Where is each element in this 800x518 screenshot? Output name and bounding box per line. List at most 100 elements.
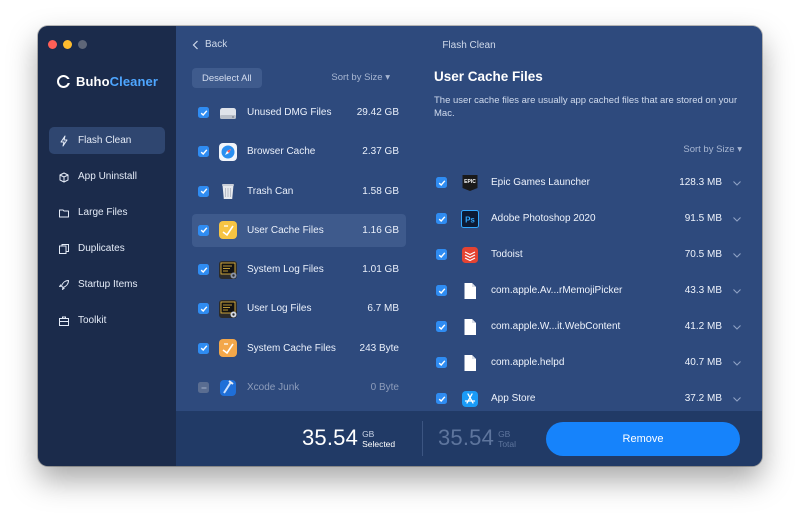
checkbox[interactable] — [198, 264, 209, 276]
sort-by-size-dropdown[interactable]: Sort by Size ▾ — [331, 72, 390, 83]
duplicates-icon — [58, 243, 70, 255]
rocket-icon — [58, 279, 70, 291]
category-row-unused-dmg-files[interactable]: Unused DMG Files 29.42 GB — [192, 96, 406, 129]
checkmark-icon — [200, 149, 207, 155]
checkmark-icon — [438, 359, 445, 366]
chevron-down-icon[interactable] — [732, 394, 742, 404]
checkmark-icon — [200, 227, 207, 234]
category-row-user-log-files[interactable]: User Log Files 6.7 MB — [192, 292, 406, 325]
checkmark-icon — [438, 179, 445, 186]
chevron-down-icon[interactable] — [732, 178, 742, 188]
sidebar-nav: Flash Clean App Uninstall Large Files Du… — [49, 127, 165, 343]
checkbox[interactable] — [436, 321, 447, 332]
safari-icon — [219, 142, 237, 161]
total-unit: GB — [498, 429, 511, 439]
category-label: User Log Files — [247, 303, 312, 315]
app-list: EPIC Epic Games Launcher 128.3 MB Ps Ado… — [434, 170, 748, 422]
document-icon — [461, 354, 479, 372]
app-row-adobe-photoshop-2020[interactable]: Ps Adobe Photoshop 2020 91.5 MB — [434, 206, 748, 231]
selected-label: Selected — [362, 439, 396, 449]
sidebar-item-label: Duplicates — [78, 243, 125, 254]
deselect-all-button[interactable]: Deselect All — [192, 68, 262, 88]
category-size: 1.16 GB — [362, 224, 399, 236]
checkmark-icon — [438, 287, 445, 294]
checkbox[interactable] — [198, 342, 209, 354]
category-row-trash-can[interactable]: Trash Can 1.58 GB — [192, 175, 406, 208]
sort-by-size-dropdown[interactable]: Sort by Size ▾ — [683, 144, 742, 155]
chevron-down-icon[interactable] — [732, 250, 742, 260]
category-row-system-log-files[interactable]: System Log Files 1.01 GB — [192, 253, 406, 286]
sidebar-item-toolkit[interactable]: Toolkit — [49, 307, 165, 334]
sidebar-item-large-files[interactable]: Large Files — [49, 199, 165, 226]
category-size: 1.58 GB — [362, 185, 399, 197]
checkbox[interactable] — [198, 224, 209, 236]
sidebar-item-app-uninstall[interactable]: App Uninstall — [49, 163, 165, 190]
footer-bar: 35.54 GB Selected 35.54 GB Total Remove — [176, 411, 762, 466]
chevron-down-icon[interactable] — [732, 358, 742, 368]
checkbox[interactable] — [436, 249, 447, 260]
app-row-app-store[interactable]: App Store 37.2 MB — [434, 386, 748, 411]
app-row-epic-games-launcher[interactable]: EPIC Epic Games Launcher 128.3 MB — [434, 170, 748, 195]
total-size-value: 35.54 — [438, 425, 495, 450]
chevron-down-icon[interactable] — [732, 322, 742, 332]
category-label: System Cache Files — [247, 342, 336, 354]
category-row-user-cache-files[interactable]: User Cache Files 1.16 GB — [192, 213, 406, 247]
todoist-icon — [461, 246, 479, 264]
category-label: System Log Files — [247, 264, 324, 276]
close-window-button[interactable] — [48, 40, 57, 49]
sidebar-item-label: Startup Items — [78, 279, 138, 290]
checkmark-icon — [438, 323, 445, 330]
checkmark-icon — [200, 188, 207, 195]
category-row-browser-cache[interactable]: Browser Cache 2.37 GB — [192, 135, 406, 168]
sidebar-item-duplicates[interactable]: Duplicates — [49, 235, 165, 262]
selected-size-value: 35.54 — [302, 425, 359, 450]
brand-logo: BuhoCleaner — [57, 74, 158, 89]
sidebar-item-label: Large Files — [78, 207, 128, 218]
chevron-down-icon[interactable] — [732, 214, 742, 224]
app-name: com.apple.Av...rMemojiPicker — [491, 285, 623, 296]
category-label: Xcode Junk — [247, 382, 300, 394]
total-size-unit: GB Total — [498, 429, 516, 449]
selected-size-unit: GB Selected — [362, 429, 395, 449]
sidebar: BuhoCleaner Flash Clean App Uninstall La… — [38, 26, 176, 466]
checkmark-icon — [200, 306, 207, 312]
checkbox[interactable] — [436, 393, 447, 404]
checkbox[interactable] — [436, 285, 447, 296]
app-row-todoist[interactable]: Todoist 70.5 MB — [434, 242, 748, 267]
folder-icon — [58, 207, 70, 219]
checkbox[interactable] — [198, 303, 209, 315]
sidebar-item-label: App Uninstall — [78, 171, 137, 182]
footer-divider — [422, 421, 423, 456]
sidebar-item-startup-items[interactable]: Startup Items — [49, 271, 165, 298]
xcode-icon — [220, 379, 236, 396]
app-store-icon — [461, 390, 479, 408]
box-icon — [58, 171, 70, 183]
checkbox[interactable] — [198, 185, 209, 197]
category-size: 0 Byte — [370, 382, 399, 394]
chevron-down-icon[interactable] — [732, 286, 742, 296]
checkbox[interactable] — [436, 213, 447, 224]
checkbox[interactable] — [198, 382, 209, 394]
category-row-xcode-junk[interactable]: Xcode Junk 0 Byte — [192, 371, 406, 404]
sidebar-item-label: Flash Clean — [78, 135, 132, 146]
checkbox[interactable] — [198, 146, 209, 158]
sort-label: Sort by Size — [331, 72, 383, 83]
detail-title: User Cache Files — [434, 69, 543, 84]
category-size: 1.01 GB — [362, 264, 399, 276]
remove-button[interactable]: Remove — [546, 422, 740, 456]
app-size: 40.7 MB — [684, 357, 722, 368]
sidebar-item-flash-clean[interactable]: Flash Clean — [49, 127, 165, 154]
checkbox[interactable] — [436, 177, 447, 188]
checkmark-icon — [438, 215, 445, 222]
disk-image-icon — [220, 107, 236, 119]
category-row-system-cache-files[interactable]: System Cache Files 243 Byte — [192, 332, 406, 365]
detail-description: The user cache files are usually app cac… — [434, 95, 738, 119]
minimize-window-button[interactable] — [63, 40, 72, 49]
checkbox[interactable] — [436, 357, 447, 368]
zoom-window-button[interactable] — [78, 40, 87, 49]
app-row-webkit-webcontent[interactable]: com.apple.W...it.WebContent 41.2 MB — [434, 314, 748, 339]
app-row-memoji-picker[interactable]: com.apple.Av...rMemojiPicker 43.3 MB — [434, 278, 748, 303]
checkbox[interactable] — [198, 107, 209, 118]
app-row-helpd[interactable]: com.apple.helpd 40.7 MB — [434, 350, 748, 375]
brand-name-suffix: Cleaner — [109, 74, 159, 89]
